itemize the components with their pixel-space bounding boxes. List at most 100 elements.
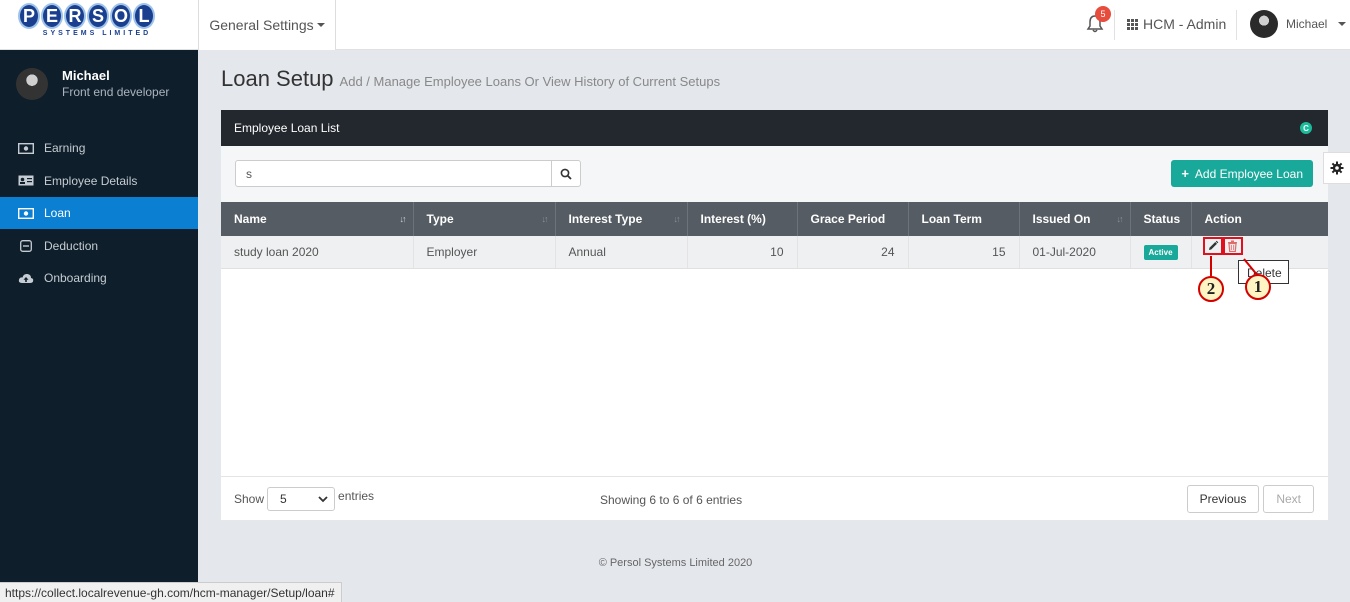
app-name: HCM - Admin [1143,16,1227,32]
add-button-label: Add Employee Loan [1194,166,1303,181]
entries-label: entries [338,489,375,503]
column-header-label: Grace Period [810,212,886,226]
avatar [1250,10,1278,38]
column-header-label: Loan Term [921,212,982,226]
notification-badge: 5 [1095,6,1111,22]
add-employee-loan-button[interactable]: + Add Employee Loan [1171,160,1313,187]
panel-header: Employee Loan List C [221,110,1328,146]
pagination: Previous Next [1186,485,1314,513]
money-icon [18,207,34,219]
table-footer: Show 5 entries Showing 6 to 6 of 6 entri… [221,476,1328,520]
page-title: Loan Setup Add / Manage Employee Loans Or… [221,66,720,92]
sort-icon: ↓↑ [541,214,549,224]
edit-pencil-icon[interactable] [1202,237,1223,255]
page-subtitle: Add / Manage Employee Loans Or View Hist… [339,74,721,89]
sidebar-item-label: Loan [44,206,71,220]
column-header-loan-term[interactable]: Loan Term [908,202,1020,236]
sidebar-nav: Earning Employee Details Loan Deduction Onbo… [0,132,198,295]
app-switcher[interactable]: HCM - Admin [1127,0,1226,48]
refresh-icon[interactable]: C [1300,122,1312,134]
divider [1236,10,1237,40]
cloud-upload-icon [18,273,34,284]
status-badge: Active [1143,244,1178,260]
status-bar-url: https://collect.localrevenue-gh.com/hcm-… [0,582,342,602]
cell-status: Active [1130,236,1192,269]
copyright: © Persol Systems Limited 2020 [598,557,753,569]
cell-interest-type: Annual [555,236,688,269]
trash-icon[interactable] [1222,237,1243,255]
sidebar-item-deduction[interactable]: Deduction [0,230,198,262]
cell-loan-term: 15 [908,236,1020,269]
page-length-value: 5 [280,492,287,506]
sort-icon: ↓↑ [1116,214,1124,224]
logo-letter: S [87,3,109,29]
chevron-down-icon [318,496,328,503]
cell-name: study loan 2020 [221,236,414,269]
search-button[interactable] [551,160,581,187]
sidebar-item-label: Deduction [44,238,99,253]
money-icon [18,142,34,154]
column-header-action[interactable]: Action [1191,202,1328,236]
column-header-type[interactable]: Type ↓↑ [413,202,556,236]
user-menu[interactable]: Michael [1250,10,1347,38]
sidebar-item-label: Earning [44,141,86,155]
sidebar-item-label: Onboarding [44,271,107,285]
gear-icon [1330,161,1344,175]
user-name: Michael [1286,17,1328,31]
logo-letter: P [18,3,40,29]
table-row: study loan 2020 Employer Annual 10 24 15 01-Ju… [221,236,1328,269]
column-header-status[interactable]: Status [1130,202,1192,236]
table-header-row: Name ↓↑ Type ↓↑ Interest Type ↓↑ Interest (%) G… [221,202,1328,236]
general-settings-label: General Settings [209,17,314,33]
avatar [16,68,48,100]
top-bar: PERSOL SYSTEMS LIMITED General Settings … [0,0,1350,50]
column-header-name[interactable]: Name ↓↑ [221,202,414,236]
cell-grace-period: 24 [797,236,909,269]
page-length-control: Show 5 entries [234,487,374,511]
callout-2: 2 [1198,276,1224,302]
persol-logo[interactable]: PERSOL SYSTEMS LIMITED [18,3,178,43]
column-header-interest-type[interactable]: Interest Type ↓↑ [555,202,688,236]
id-card-icon [18,175,34,186]
sort-icon: ↓↑ [399,214,407,224]
column-header-grace-period[interactable]: Grace Period [797,202,909,236]
column-header-label: Action [1204,212,1242,226]
table-body: study loan 2020 Employer Annual 10 24 15 01-Ju… [221,236,1328,269]
sidebar-item-onboarding[interactable]: Onboarding [0,262,198,294]
general-settings-dropdown[interactable]: General Settings [198,0,336,50]
sidebar-profile: Michael Front end developer [16,68,169,100]
settings-gear-tab[interactable] [1323,152,1350,184]
column-header-label: Interest Type [568,212,643,226]
cell-interest: 10 [687,236,798,269]
sidebar-item-employee-details[interactable]: Employee Details [0,165,198,197]
column-header-label: Type [426,212,454,226]
column-header-issued-on[interactable]: Issued On ↓↑ [1019,202,1131,236]
sidebar-item-earning[interactable]: Earning [0,132,198,164]
sidebar-item-loan[interactable]: Loan [0,197,198,229]
show-label: Show [234,492,265,506]
profile-role: Front end developer [62,85,170,99]
logo-letter: L [133,3,155,29]
minus-square-icon [18,239,34,252]
loan-list-panel: Employee Loan List C + Add Employee Loan… [221,110,1328,520]
divider [1114,10,1115,40]
column-header-label: Status [1143,212,1181,226]
cell-issued-on: 01-Jul-2020 [1019,236,1131,269]
caret-down-icon [316,23,325,27]
next-button[interactable]: Next [1263,485,1314,513]
caret-down-icon [1338,22,1347,26]
previous-button[interactable]: Previous [1186,485,1260,513]
logo-letter: R [64,3,86,29]
column-header-label: Name [234,212,267,226]
search-input[interactable] [235,160,552,187]
sidebar: Michael Front end developer Earning Emplo… [0,50,198,602]
page-title-text: Loan Setup [221,66,334,91]
cell-type: Employer [413,236,556,269]
column-header-interest[interactable]: Interest (%) [687,202,798,236]
page-length-select[interactable]: 5 [267,487,336,511]
plus-icon: + [1181,166,1189,181]
sidebar-item-label: Employee Details [44,173,138,188]
panel-title: Employee Loan List [234,121,340,135]
column-header-label: Issued On [1032,212,1091,226]
search-icon [560,168,572,180]
